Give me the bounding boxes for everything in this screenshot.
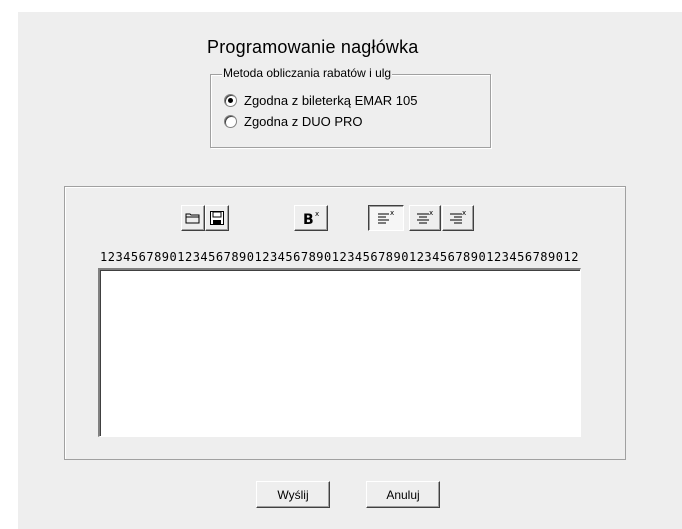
svg-text:x: x [390,210,394,217]
save-icon [210,211,224,225]
rabat-method-legend: Metoda obliczania rabatów i ulg [222,66,393,80]
svg-text:x: x [462,210,466,217]
column-ruler: 1234567890123456789012345678901234567890… [100,250,579,264]
radio-button[interactable] [224,115,237,128]
radio-emar[interactable]: Zgodna z bileterką EMAR 105 [224,93,417,108]
svg-text:x: x [315,210,319,218]
svg-text:B: B [303,212,314,226]
radio-emar-label: Zgodna z bileterką EMAR 105 [244,93,418,108]
bold-icon: B x [303,210,319,226]
align-center-button[interactable]: x [409,205,441,231]
radio-button[interactable] [224,94,237,107]
save-button[interactable] [205,205,229,231]
bold-button[interactable]: B x [294,205,328,231]
cancel-button[interactable]: Anuluj [366,481,440,508]
dialog-title: Programowanie nagłówka [207,37,419,57]
rabat-method-group [210,74,491,148]
radio-duo-pro[interactable]: Zgodna z DUO PRO [224,114,363,129]
align-left-icon: x [378,210,394,224]
open-icon [185,213,200,224]
align-left-button[interactable]: x [368,205,404,231]
radio-duo-pro-label: Zgodna z DUO PRO [244,114,363,129]
open-button[interactable] [181,205,205,231]
send-button[interactable]: Wyślij [256,481,330,508]
align-right-icon: x [450,210,466,224]
align-center-icon: x [417,210,433,224]
align-right-button[interactable]: x [442,205,474,231]
header-text-editor[interactable] [98,268,581,437]
svg-text:x: x [429,210,433,217]
